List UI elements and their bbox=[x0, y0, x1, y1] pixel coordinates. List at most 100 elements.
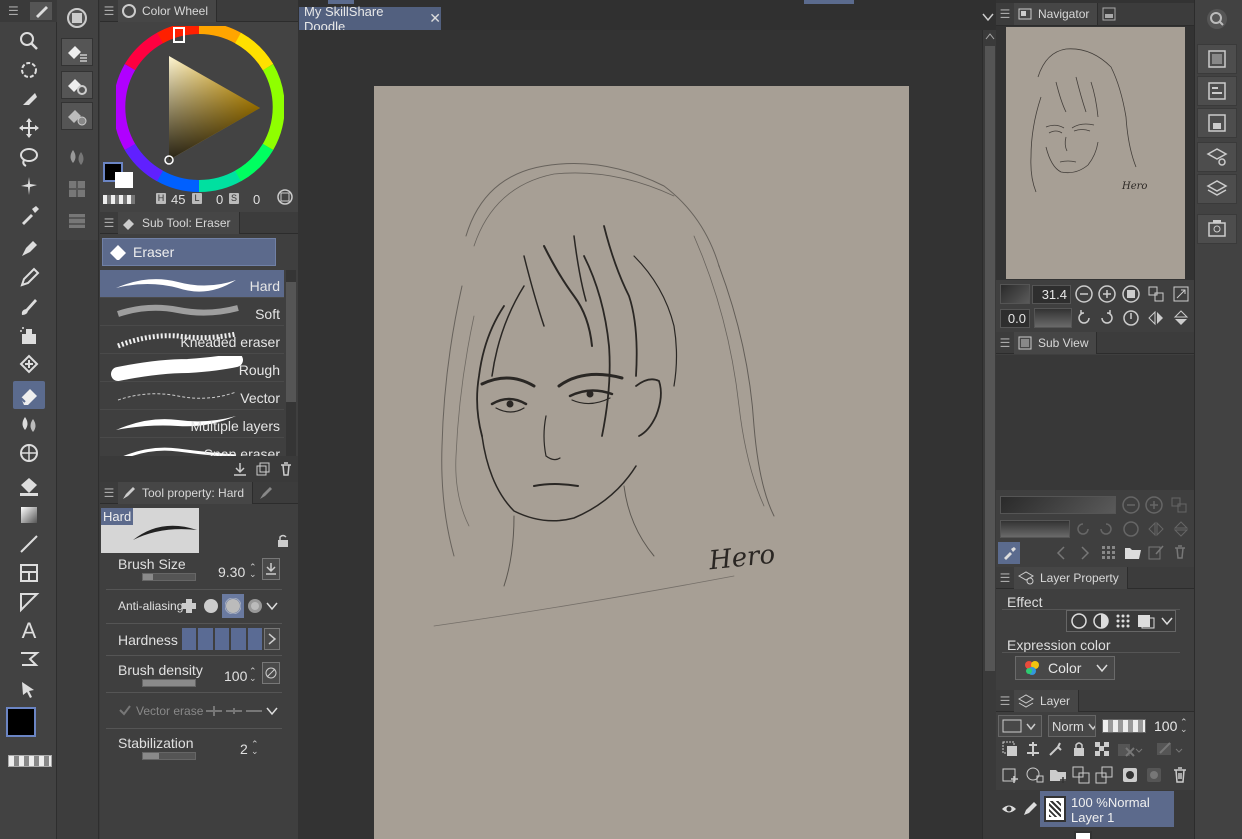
tool-property-tab[interactable]: Tool property: Hard bbox=[118, 481, 254, 504]
scroll-up-icon[interactable] bbox=[985, 32, 995, 40]
opacity-spinner[interactable]: ⌃ ⌄ bbox=[1180, 718, 1188, 734]
layer-panel-icon[interactable] bbox=[1197, 44, 1237, 74]
material-panel-icon[interactable] bbox=[1197, 214, 1237, 244]
aa-medium-icon[interactable] bbox=[222, 594, 244, 618]
layer-property-tab[interactable]: Layer Property bbox=[1014, 566, 1128, 589]
chevron-down-icon[interactable] bbox=[266, 600, 278, 612]
eraser-tool-icon[interactable] bbox=[13, 381, 45, 409]
layer-search-icon[interactable] bbox=[1197, 142, 1237, 172]
delete-subtool-icon[interactable] bbox=[278, 461, 294, 477]
hardness-more-button[interactable] bbox=[264, 628, 280, 650]
move-layer-icon[interactable] bbox=[13, 114, 45, 142]
panel-menu-icon[interactable]: ☰ bbox=[100, 486, 118, 500]
sub-view-edit-icon[interactable] bbox=[1148, 544, 1164, 560]
color-wheel[interactable] bbox=[116, 26, 284, 192]
sub-view-prev-icon[interactable] bbox=[1054, 545, 1068, 561]
chevron-down-icon[interactable] bbox=[1161, 615, 1173, 627]
sub-view-tab[interactable]: Sub View bbox=[1014, 331, 1098, 354]
tab-list-chevron-icon[interactable] bbox=[982, 12, 994, 22]
hardness-selector[interactable] bbox=[182, 628, 263, 650]
blend-mode-dropdown[interactable]: Norm bbox=[1048, 715, 1096, 737]
draft-layer-icon[interactable] bbox=[1048, 741, 1064, 757]
saturation-value[interactable]: 0 bbox=[253, 192, 260, 207]
brush-density-slider[interactable] bbox=[142, 679, 196, 687]
transfer-lower-icon[interactable] bbox=[1072, 766, 1092, 784]
blend-drops-icon[interactable] bbox=[61, 143, 93, 171]
eraser-layer-icon[interactable] bbox=[61, 38, 93, 66]
layer-color-dropdown[interactable] bbox=[998, 715, 1042, 737]
panel-menu-icon[interactable]: ☰ bbox=[996, 336, 1014, 350]
sub-view-next-icon[interactable] bbox=[1078, 545, 1092, 561]
rotate-left-icon[interactable] bbox=[1075, 309, 1093, 327]
lock-layer-icon[interactable] bbox=[1071, 741, 1087, 757]
lock-transparent-icon[interactable] bbox=[1094, 741, 1110, 757]
navigator-alt-icon[interactable] bbox=[1102, 7, 1116, 21]
sub-view-open-folder-icon[interactable] bbox=[1124, 544, 1142, 560]
subtool-group-eraser[interactable]: Eraser bbox=[102, 238, 276, 266]
sub-view-flip-v-icon[interactable] bbox=[1172, 520, 1190, 538]
brush-size-value[interactable]: 9.30 bbox=[218, 564, 245, 580]
square-brush-icon[interactable] bbox=[61, 4, 93, 32]
layers-stack-icon[interactable] bbox=[1197, 174, 1237, 204]
close-tab-icon[interactable]: ✕ bbox=[429, 10, 441, 27]
rotation-input[interactable]: 0.0 bbox=[1000, 309, 1030, 328]
brush-size-slider[interactable] bbox=[142, 573, 196, 581]
balloon-icon[interactable] bbox=[13, 646, 45, 674]
figure-tool-icon[interactable] bbox=[13, 439, 45, 467]
effect-selector[interactable] bbox=[1066, 610, 1176, 632]
lock-icon[interactable] bbox=[276, 534, 290, 548]
duplicate-subtool-icon[interactable] bbox=[255, 461, 271, 477]
subtool-item-hard[interactable]: Hard bbox=[100, 270, 284, 298]
clip-layer-icon[interactable] bbox=[1002, 741, 1018, 757]
download-subtool-icon[interactable] bbox=[232, 461, 248, 477]
brush-density-spinner[interactable]: ⌃ ⌄ bbox=[249, 667, 257, 683]
fill-icon[interactable] bbox=[13, 472, 45, 500]
eyedropper-icon[interactable] bbox=[13, 201, 45, 229]
hue-value[interactable]: 45 bbox=[171, 192, 185, 207]
transparent-color-swatch[interactable] bbox=[8, 755, 52, 767]
sub-view-area[interactable] bbox=[996, 355, 1194, 490]
search-material-icon[interactable] bbox=[1197, 4, 1237, 34]
brush-density-pressure-button[interactable] bbox=[262, 662, 280, 684]
ruler-display-icon[interactable] bbox=[1156, 741, 1186, 757]
subtool-item-kneaded-eraser[interactable]: Kneaded eraser bbox=[100, 326, 284, 354]
panel-menu-icon[interactable]: ☰ bbox=[100, 4, 118, 18]
subtool-item-multiple-layers[interactable]: Multiple layers bbox=[100, 410, 284, 438]
layer-mask-icon[interactable] bbox=[1122, 767, 1138, 783]
subtool-item-snap-eraser[interactable]: Snap eraser bbox=[100, 438, 284, 456]
brush-icon[interactable] bbox=[13, 292, 45, 320]
text-tool-icon[interactable]: A bbox=[13, 617, 45, 645]
film-icon[interactable] bbox=[61, 207, 93, 235]
fit-window-icon[interactable] bbox=[1147, 285, 1165, 303]
ruler-icon[interactable] bbox=[13, 588, 45, 616]
stabilization-slider[interactable] bbox=[142, 752, 196, 760]
effect-tone-icon[interactable] bbox=[1115, 613, 1131, 629]
decoration-icon[interactable] bbox=[13, 350, 45, 378]
navigator-preview[interactable]: Hero bbox=[1006, 27, 1185, 279]
panel-menu-icon[interactable]: ☰ bbox=[996, 7, 1014, 21]
effect-layer-color-icon[interactable] bbox=[1137, 613, 1155, 629]
rotate-right-icon[interactable] bbox=[1098, 309, 1116, 327]
apply-mask-icon[interactable] bbox=[1146, 767, 1166, 783]
color-mode-icon[interactable] bbox=[277, 189, 293, 205]
zoom-slider[interactable] bbox=[1000, 284, 1030, 304]
lasso-icon[interactable] bbox=[13, 143, 45, 171]
magic-wand-icon[interactable] bbox=[13, 172, 45, 200]
reference-layer-icon[interactable] bbox=[1025, 741, 1041, 757]
main-color-swatch[interactable] bbox=[6, 707, 36, 737]
expression-color-dropdown[interactable]: Color bbox=[1015, 656, 1115, 680]
pen-icon[interactable] bbox=[13, 234, 45, 262]
aa-none-icon[interactable] bbox=[178, 594, 200, 618]
sub-view-eyedropper-icon[interactable] bbox=[998, 542, 1020, 564]
layer-tab[interactable]: Layer bbox=[1014, 689, 1080, 712]
color-wheel-tab[interactable]: Color Wheel bbox=[118, 0, 218, 22]
brush-density-value[interactable]: 100 bbox=[224, 668, 247, 684]
cw-transparent[interactable] bbox=[103, 195, 135, 204]
effect-extract-line-icon[interactable] bbox=[1093, 613, 1109, 629]
gradient-icon[interactable] bbox=[13, 501, 45, 529]
opacity-value[interactable]: 100 bbox=[1154, 718, 1177, 734]
stabilization-spinner[interactable]: ⌃ ⌄ bbox=[251, 740, 259, 756]
subtool-scrollbar[interactable] bbox=[286, 270, 296, 456]
flip-horizontal-icon[interactable] bbox=[1147, 309, 1165, 327]
effect-border-icon[interactable] bbox=[1071, 613, 1087, 629]
